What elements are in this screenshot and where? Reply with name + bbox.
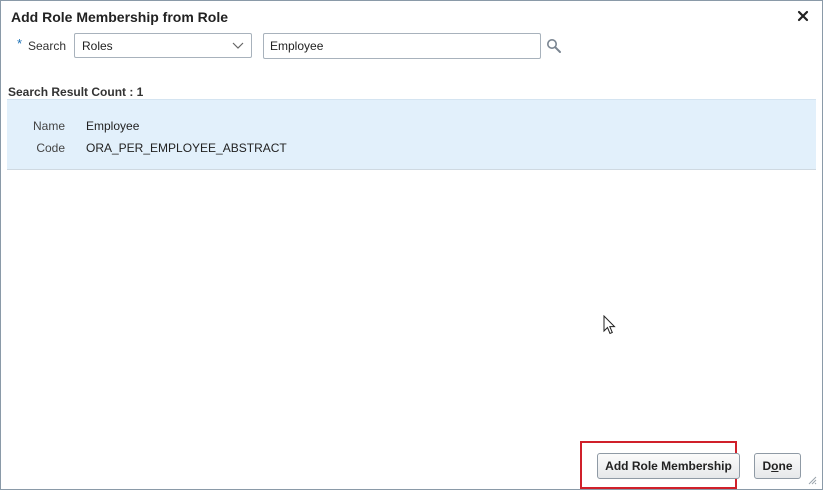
- done-label: Done: [762, 459, 793, 473]
- result-list-item[interactable]: Name Employee Code ORA_PER_EMPLOYEE_ABST…: [7, 99, 816, 170]
- done-button[interactable]: Done: [754, 453, 801, 479]
- code-value: ORA_PER_EMPLOYEE_ABSTRACT: [86, 141, 287, 155]
- add-role-membership-dialog: Add Role Membership from Role * Search R…: [0, 0, 823, 490]
- resize-grip-icon[interactable]: [807, 475, 817, 485]
- required-marker: *: [17, 36, 23, 51]
- name-value: Employee: [86, 119, 140, 133]
- search-row: * Search Roles: [1, 33, 822, 61]
- chevron-down-icon: [232, 42, 244, 49]
- search-result-count: Search Result Count : 1: [8, 85, 144, 99]
- search-label: Search: [28, 39, 67, 53]
- close-icon[interactable]: [795, 8, 811, 24]
- search-type-value: Roles: [82, 39, 113, 53]
- mouse-pointer-icon: [603, 315, 616, 335]
- name-label: Name: [32, 119, 65, 133]
- code-label: Code: [36, 141, 65, 155]
- dialog-title: Add Role Membership from Role: [11, 9, 229, 25]
- add-role-membership-button[interactable]: Add Role Membership: [597, 453, 740, 479]
- search-type-select[interactable]: Roles: [74, 33, 252, 58]
- search-icon[interactable]: [546, 38, 562, 54]
- search-input[interactable]: [263, 33, 541, 59]
